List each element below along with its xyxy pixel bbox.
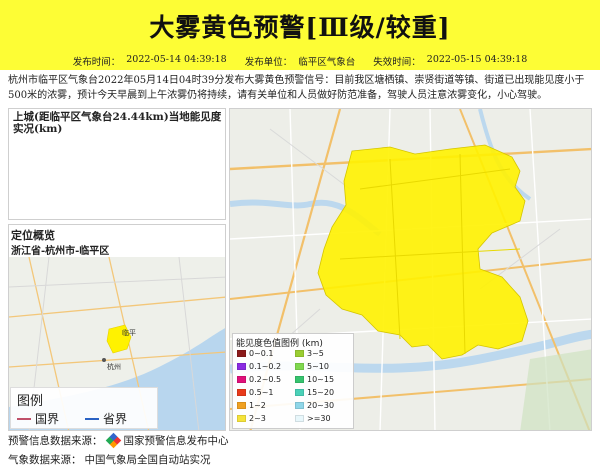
visibility-legend-label: 20~30 [307,401,335,410]
visibility-legend-label: 2~3 [249,414,266,423]
visibility-legend: 能见度色值图例 (km) 0~0.1 3~5 0.1~0.2 5~10 0.2~0.5 1… [232,333,354,429]
provincial-border-label: 省界 [103,412,128,426]
visibility-legend-label: >=30 [307,414,331,423]
legend-national-border: 国界 [17,410,59,427]
visibility-legend-item: 10~15 [295,375,334,384]
visibility-legend-item: 0.5~1 [237,388,274,397]
legend-provincial-border: 省界 [85,410,127,427]
warning-meta: 发布时间： 2022-05-14 04:39:18 发布单位： 临平区气象台 失效时… [0,52,600,70]
visibility-legend-label: 5~10 [307,362,329,371]
visibility-legend-swatch [237,363,246,370]
weather-source: 气象数据来源： 中国气象局全国自动站实况 [8,452,211,467]
visibility-legend-label: 1~2 [249,401,266,410]
visibility-legend-item: 5~10 [295,362,329,371]
provincial-border-swatch [85,417,99,420]
visibility-legend-item: 2~3 [237,414,266,423]
visibility-legend-item: 0~0.1 [237,349,274,358]
visibility-legend-swatch [237,402,246,409]
national-border-label: 国界 [35,412,60,426]
visibility-legend-swatch [237,376,246,383]
publish-time-label: 发布时间： [72,57,121,68]
alert-source-label: 预警信息数据来源： [8,435,103,447]
visibility-legend-label: 0.5~1 [249,388,274,397]
location-heading: 定位概览 [11,229,55,242]
publish-time: 2022-05-14 04:39:18 [126,54,227,65]
visibility-legend-swatch [295,415,304,422]
visibility-legend-swatch [295,350,304,357]
border-legend: 图例 国界 省界 [10,387,158,429]
expire-time-label: 失效时间： [373,57,421,68]
visibility-legend-swatch [237,389,246,396]
visibility-legend-item: 3~5 [295,349,324,358]
visibility-legend-item: 0.1~0.2 [237,362,281,371]
warning-center-logo-icon [105,432,121,449]
expire-time: 2022-05-15 04:39:18 [426,54,528,65]
national-border-swatch [17,417,31,420]
publisher: 临平区气象台 [298,57,356,68]
warning-title: 大雾黄色预警[Ⅲ级/较重] [149,13,451,42]
location-path: 浙江省-杭州市-临平区 [11,246,110,257]
visibility-legend-item: 20~30 [295,401,334,410]
visibility-legend-swatch [295,402,304,409]
visibility-legend-item: 15~20 [295,388,334,397]
overview-label-hangzhou: 杭州 [107,362,121,371]
visibility-legend-swatch [295,376,304,383]
weather-source-value: 中国气象局全国自动站实况 [84,454,211,466]
visibility-legend-label: 10~15 [307,375,335,384]
visibility-legend-label: 3~5 [307,349,324,358]
visibility-legend-label: 0.2~0.5 [249,375,282,384]
visibility-legend-label: 15~20 [307,388,335,397]
alert-source-value: 国家预警信息发布中心 [123,435,229,447]
visibility-legend-item: 0.2~0.5 [237,375,281,384]
visibility-panel-title: 上城(距临平区气象台24.44km)当地能见度实况(km) [13,111,222,135]
visibility-legend-swatch [295,363,304,370]
border-legend-title: 图例 [17,394,44,409]
overview-label-linping: 临平 [122,328,136,337]
warning-header: 大雾黄色预警[Ⅲ级/较重] [0,0,600,52]
alert-source: 预警信息数据来源： 国家预警信息发布中心 [8,432,229,449]
visibility-legend-label: 0~0.1 [249,349,274,358]
visibility-legend-item: 1~2 [237,401,266,410]
visibility-legend-swatch [295,389,304,396]
visibility-legend-title: 能见度色值图例 (km) [236,339,323,349]
visibility-legend-item: >=30 [295,414,331,423]
visibility-legend-swatch [237,350,246,357]
weather-source-label: 气象数据来源： [8,454,82,466]
publisher-label: 发布单位： [244,57,293,68]
visibility-panel: 上城(距临平区气象台24.44km)当地能见度实况(km) [8,108,226,220]
visibility-legend-label: 0.1~0.2 [249,362,282,371]
visibility-legend-swatch [237,415,246,422]
warning-description: 杭州市临平区气象台2022年05月14日04时39分发布大雾黄色预警信号：目前我… [8,75,585,101]
